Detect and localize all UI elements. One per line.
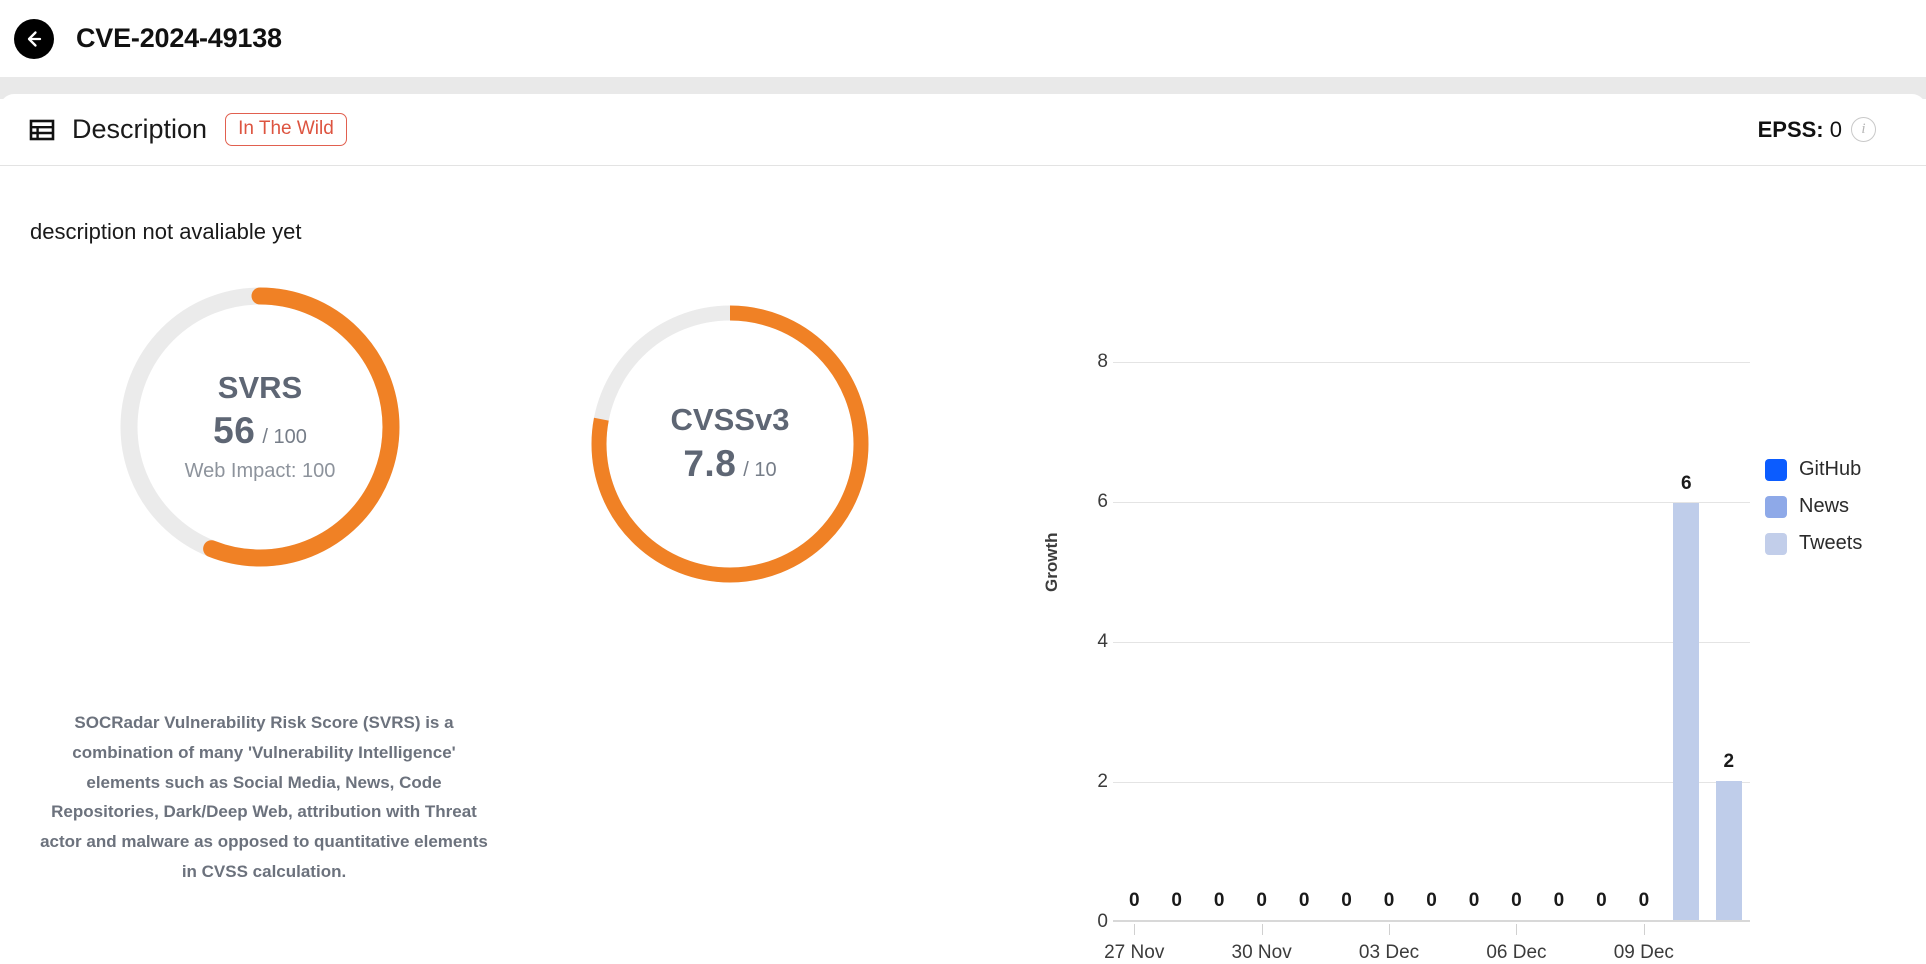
chart-bar-column[interactable]: 0 — [1453, 364, 1495, 920]
chart-plot-area: 0 0 0 0 0 0 0 0 0 0 0 0 0 6 2 — [1113, 362, 1750, 922]
epss-score: EPSS: 0 — [1758, 117, 1842, 143]
info-icon[interactable]: i — [1851, 117, 1876, 142]
chart-x-tick-label: 30 Nov — [1231, 942, 1292, 963]
chart-y-tick-label: 8 — [1097, 351, 1108, 372]
chart-bar-column[interactable]: 2 — [1708, 364, 1750, 920]
chart-bar-column[interactable]: 0 — [1155, 364, 1197, 920]
chart-bar-value-label: 0 — [1553, 890, 1565, 911]
chart-bar-value-label: 0 — [1256, 890, 1267, 911]
table-grid-icon — [28, 116, 56, 144]
cvss-gauge: CVSSv3 7.8 / 10 — [575, 289, 885, 599]
chart-bar-value-label: 0 — [1171, 890, 1182, 911]
growth-chart: Growth 02468 000000000000062 27 Nov 30 No… — [1020, 351, 1780, 964]
chart-y-tick-label: 2 — [1097, 771, 1108, 792]
chart-x-tickmark — [1389, 924, 1391, 935]
cvss-gauge-content: CVSSv3 7.8 / 10 — [575, 289, 885, 599]
chart-bar-column[interactable]: 0 — [1368, 364, 1410, 920]
chart-y-tick-label: 0 — [1097, 911, 1108, 932]
svrs-gauge-score: 56 / 100 — [213, 410, 307, 452]
chart-legend-item[interactable]: Tweets — [1765, 532, 1862, 555]
chart-legend-label: GitHub — [1799, 458, 1862, 480]
chart-bar-column[interactable]: 0 — [1325, 364, 1367, 920]
chart-bar-column[interactable]: 0 — [1495, 364, 1537, 920]
svrs-gauge-title: SVRS — [217, 369, 303, 405]
chart-bar-column[interactable]: 0 — [1240, 364, 1282, 920]
chart-bars: 0 0 0 0 0 0 0 0 0 0 0 0 0 6 2 — [1113, 364, 1750, 920]
description-section-label: Description — [72, 114, 208, 144]
chart-y-tick-label: 4 — [1097, 631, 1108, 652]
chart-x-tickmark — [1643, 924, 1645, 935]
chart-bar-value-label: 6 — [1681, 473, 1692, 494]
cve-detail-page: CVE-2024-49138 Description In The Wild E… — [0, 0, 1926, 964]
chart-x-tick-label: 06 Dec — [1486, 942, 1547, 963]
chart-bar-column[interactable]: 0 — [1580, 364, 1622, 920]
top-header-bar: CVE-2024-49138 — [0, 0, 1926, 77]
chart-x-tick-label: 09 Dec — [1613, 942, 1674, 963]
chart-legend-label: Tweets — [1799, 532, 1863, 554]
svrs-gauge-content: SVRS 56 / 100 Web Impact: 100 — [105, 272, 415, 582]
chart-bar-column[interactable]: 0 — [1538, 364, 1580, 920]
cvss-gauge-score: 7.8 / 10 — [683, 443, 776, 485]
chart-y-axis-ticks: 0 2 4 6 8 — [1048, 351, 1108, 932]
chart-bar-value-label: 2 — [1723, 751, 1735, 772]
chart-bar-value-label: 0 — [1213, 890, 1225, 911]
chart-bar-column[interactable]: 0 — [1623, 364, 1665, 920]
chart-x-tick-label: 03 Dec — [1358, 942, 1420, 963]
chart-legend-swatch — [1765, 495, 1787, 518]
epss-group: EPSS: 0 i — [1758, 117, 1902, 143]
chart-x-tickmarks — [1113, 924, 1750, 936]
chart-bar-value-label: 0 — [1426, 890, 1437, 911]
chart-bar-value-label: 0 — [1128, 890, 1140, 911]
chart-x-tickmark — [1261, 924, 1263, 935]
content-card: Description In The Wild EPSS: 0 i descri… — [0, 94, 1926, 964]
chart-bar-column[interactable]: 0 — [1198, 364, 1240, 920]
chart-gridline — [1113, 362, 1750, 363]
epss-label: EPSS: — [1757, 116, 1824, 142]
chart-x-axis-labels: 27 Nov 30 Nov 03 Dec 06 Dec 09 Dec — [1104, 942, 1750, 964]
description-header-row: Description In The Wild EPSS: 0 i — [0, 94, 1926, 166]
chart-bar[interactable] — [1673, 503, 1700, 920]
chart-x-axis-line — [1113, 920, 1750, 922]
cvss-denominator: / 10 — [743, 458, 777, 481]
chart-bar-column[interactable]: 0 — [1113, 364, 1155, 920]
chart-bar-value-label: 0 — [1341, 890, 1352, 911]
svrs-web-impact: Web Impact: 100 — [184, 460, 336, 483]
chart-y-tick-label: 6 — [1097, 491, 1108, 512]
chart-x-tickmark — [1516, 924, 1518, 935]
chart-bar-value-label: 0 — [1638, 890, 1650, 911]
svrs-explanation-text: SOCRadar Vulnerability Risk Score (SVRS)… — [40, 713, 488, 881]
score-gauges: SVRS 56 / 100 Web Impact: 100 CVSSv3 7.8… — [0, 272, 900, 612]
chart-bar[interactable] — [1715, 781, 1742, 920]
status-badge-in-the-wild[interactable]: In The Wild — [225, 113, 347, 146]
chart-bar-value-label: 0 — [1298, 890, 1310, 911]
chart-legend-swatch — [1765, 458, 1787, 481]
chart-bar-value-label: 0 — [1511, 890, 1522, 911]
chart-bar-value-label: 0 — [1596, 890, 1607, 911]
chart-legend-label: News — [1799, 495, 1850, 517]
chart-legend-item[interactable]: GitHub — [1765, 458, 1862, 481]
chart-x-tick-label: 27 Nov — [1104, 942, 1165, 963]
chart-x-tickmark — [1134, 924, 1136, 935]
cvss-value: 7.8 — [683, 442, 737, 484]
chart-bar-value-label: 0 — [1468, 890, 1480, 911]
svrs-value: 56 — [213, 410, 256, 452]
chart-bar-column[interactable]: 6 — [1665, 364, 1707, 920]
chart-bar-value-label: 0 — [1383, 890, 1395, 911]
svrs-gauge: SVRS 56 / 100 Web Impact: 100 — [105, 272, 415, 582]
cvss-gauge-title: CVSSv3 — [670, 402, 790, 438]
chart-bar-column[interactable]: 0 — [1410, 364, 1452, 920]
back-arrow-icon[interactable] — [14, 18, 54, 59]
page-title: CVE-2024-49138 — [76, 23, 282, 53]
epss-value: 0 — [1829, 116, 1842, 142]
chart-legend-item[interactable]: News — [1765, 495, 1862, 518]
chart-legend-swatch — [1765, 532, 1787, 555]
chart-bar-column[interactable]: 0 — [1283, 364, 1325, 920]
chart-legend: GitHub News Tweets — [1765, 458, 1862, 569]
description-body-text: description not avaliable yet — [30, 219, 302, 244]
svrs-denominator: / 100 — [262, 426, 307, 449]
